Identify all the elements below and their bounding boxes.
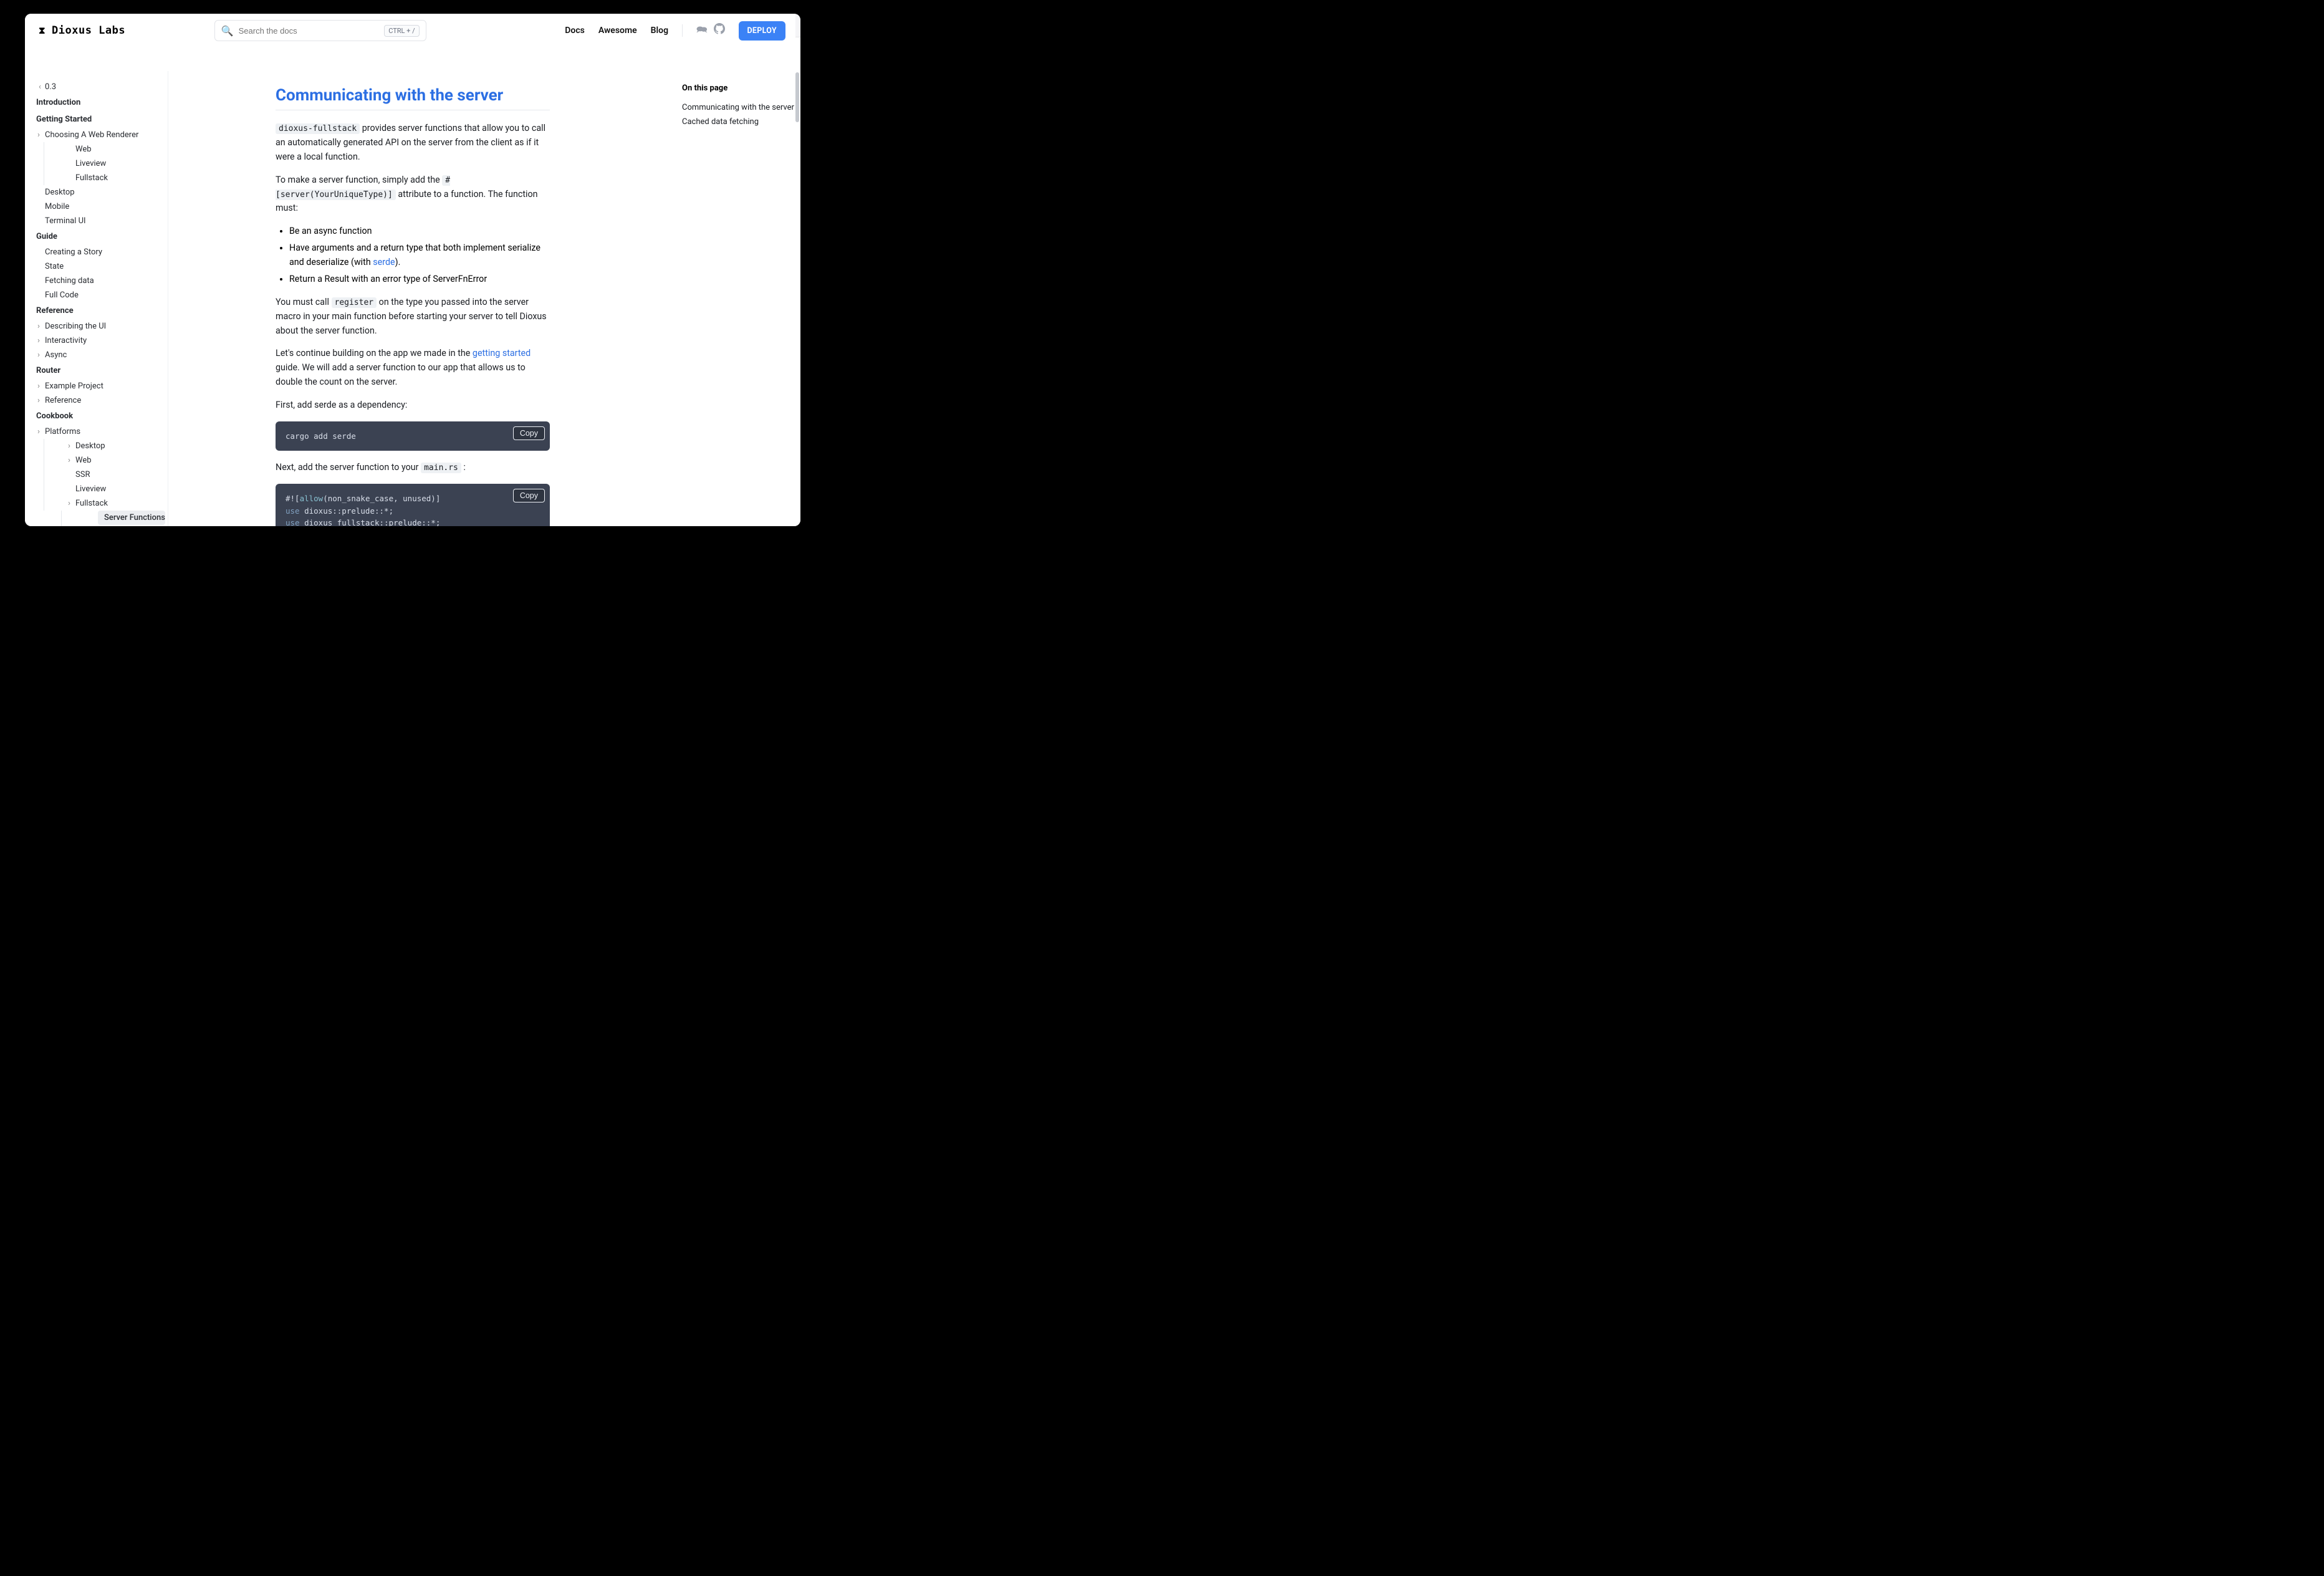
search-input[interactable] bbox=[239, 26, 380, 36]
sidebar-item[interactable]: Fetching data bbox=[25, 274, 165, 288]
list-item: Have arguments and a return type that bo… bbox=[289, 241, 550, 270]
logo-icon: ⧗ bbox=[39, 25, 46, 36]
paragraph: Next, add the server function to your ma… bbox=[276, 461, 550, 475]
sidebar-item[interactable]: Server Functions bbox=[98, 511, 165, 525]
logo[interactable]: ⧗ Dioxus Labs bbox=[39, 24, 125, 37]
sidebar-item[interactable]: Mobile bbox=[25, 199, 165, 214]
paragraph: Let's continue building on the app we ma… bbox=[276, 347, 550, 390]
sidebar-section-head[interactable]: Reference bbox=[25, 302, 165, 319]
page-title: Communicating with the server bbox=[276, 86, 550, 105]
nav-divider bbox=[682, 24, 683, 37]
page-scrollbar[interactable] bbox=[795, 72, 799, 122]
sidebar-item[interactable]: Liveview bbox=[44, 482, 165, 496]
nav-awesome[interactable]: Awesome bbox=[598, 26, 637, 36]
site-header: ⧗ Dioxus Labs 🔍 CTRL + / Docs Awesome Bl… bbox=[25, 14, 795, 47]
paragraph: First, add serde as a dependency: bbox=[276, 398, 550, 413]
copy-button[interactable]: Copy bbox=[513, 426, 545, 440]
sidebar: 0.3 IntroductionGetting StartedChoosing … bbox=[25, 71, 168, 526]
discord-icon[interactable]: 🗪 bbox=[696, 23, 707, 38]
list-item: Return a Result with an error type of Se… bbox=[289, 272, 550, 287]
sidebar-section-head[interactable]: Getting Started bbox=[25, 111, 165, 128]
mainrs-code: main.rs bbox=[421, 463, 461, 473]
sidebar-item[interactable]: Interactivity bbox=[25, 334, 165, 348]
github-icon[interactable] bbox=[714, 23, 725, 38]
nav-docs[interactable]: Docs bbox=[565, 26, 585, 36]
sidebar-item[interactable]: Platforms bbox=[25, 425, 165, 439]
code-content: #![allow(non_snake_case, unused)] use di… bbox=[286, 492, 540, 526]
on-this-page: On this page Communicating with the serv… bbox=[676, 71, 800, 526]
sidebar-section-head[interactable]: Router bbox=[25, 362, 165, 379]
link-getting-started[interactable]: getting started bbox=[473, 348, 531, 358]
copy-button[interactable]: Copy bbox=[513, 489, 545, 502]
main-content: Communicating with the server dioxus-ful… bbox=[168, 71, 676, 526]
sidebar-item[interactable]: Choosing A Web Renderer bbox=[25, 128, 165, 142]
paragraph: To make a server function, simply add th… bbox=[276, 173, 550, 216]
paragraph: You must call register on the type you p… bbox=[276, 296, 550, 339]
sidebar-item[interactable]: Desktop bbox=[44, 439, 165, 453]
sidebar-item[interactable]: Desktop bbox=[25, 185, 165, 199]
sidebar-section-head[interactable]: Introduction bbox=[25, 94, 165, 111]
sidebar-section-head[interactable]: Guide bbox=[25, 228, 165, 245]
sidebar-item[interactable]: Fullstack bbox=[44, 171, 165, 185]
sidebar-item[interactable]: State bbox=[25, 259, 165, 274]
sidebar-item[interactable]: Example Project bbox=[25, 379, 165, 393]
top-nav: Docs Awesome Blog 🗪 DEPLOY bbox=[565, 21, 785, 41]
nav-blog[interactable]: Blog bbox=[651, 26, 668, 36]
sidebar-item[interactable]: Liveview bbox=[44, 156, 165, 171]
list-item: Be an async function bbox=[289, 224, 550, 239]
sidebar-item[interactable]: Full Code bbox=[25, 288, 165, 302]
sidebar-item[interactable]: Web bbox=[44, 142, 165, 156]
intro-paragraph: dioxus-fullstack provides server functio… bbox=[276, 122, 550, 165]
sidebar-item[interactable]: Describing the UI bbox=[25, 319, 165, 334]
sidebar-item[interactable]: Fullstack bbox=[44, 496, 165, 511]
register-code: register bbox=[332, 297, 377, 308]
toc-item[interactable]: Cached data fetching bbox=[682, 115, 794, 129]
search-kbd-hint: CTRL + / bbox=[384, 25, 420, 37]
pkg-code: dioxus-fullstack bbox=[276, 123, 360, 134]
code-block-main: Copy #![allow(non_snake_case, unused)] u… bbox=[276, 484, 550, 526]
sidebar-back-version[interactable]: 0.3 bbox=[25, 80, 165, 94]
toc-item[interactable]: Communicating with the server bbox=[682, 100, 794, 115]
sidebar-item[interactable]: SSR bbox=[44, 468, 165, 482]
sidebar-item[interactable]: Async bbox=[25, 348, 165, 362]
toc-heading: On this page bbox=[682, 84, 794, 93]
sidebar-section-head[interactable]: Cookbook bbox=[25, 408, 165, 425]
brand-text: Dioxus Labs bbox=[52, 24, 125, 37]
sidebar-item[interactable]: Extractors bbox=[62, 525, 165, 526]
search-icon: 🔍 bbox=[221, 25, 234, 37]
code-block-cargo: Copy cargo add serde bbox=[276, 421, 550, 451]
link-serde[interactable]: serde bbox=[373, 257, 395, 267]
code-content: cargo add serde bbox=[286, 430, 540, 442]
sidebar-item[interactable]: Terminal UI bbox=[25, 214, 165, 228]
deploy-button[interactable]: DEPLOY bbox=[739, 21, 785, 41]
sidebar-item[interactable]: Web bbox=[44, 453, 165, 468]
sidebar-item[interactable]: Reference bbox=[25, 393, 165, 408]
search-box[interactable]: 🔍 CTRL + / bbox=[214, 20, 426, 41]
requirements-list: Be an async function Have arguments and … bbox=[289, 224, 550, 287]
sidebar-item[interactable]: Creating a Story bbox=[25, 245, 165, 259]
